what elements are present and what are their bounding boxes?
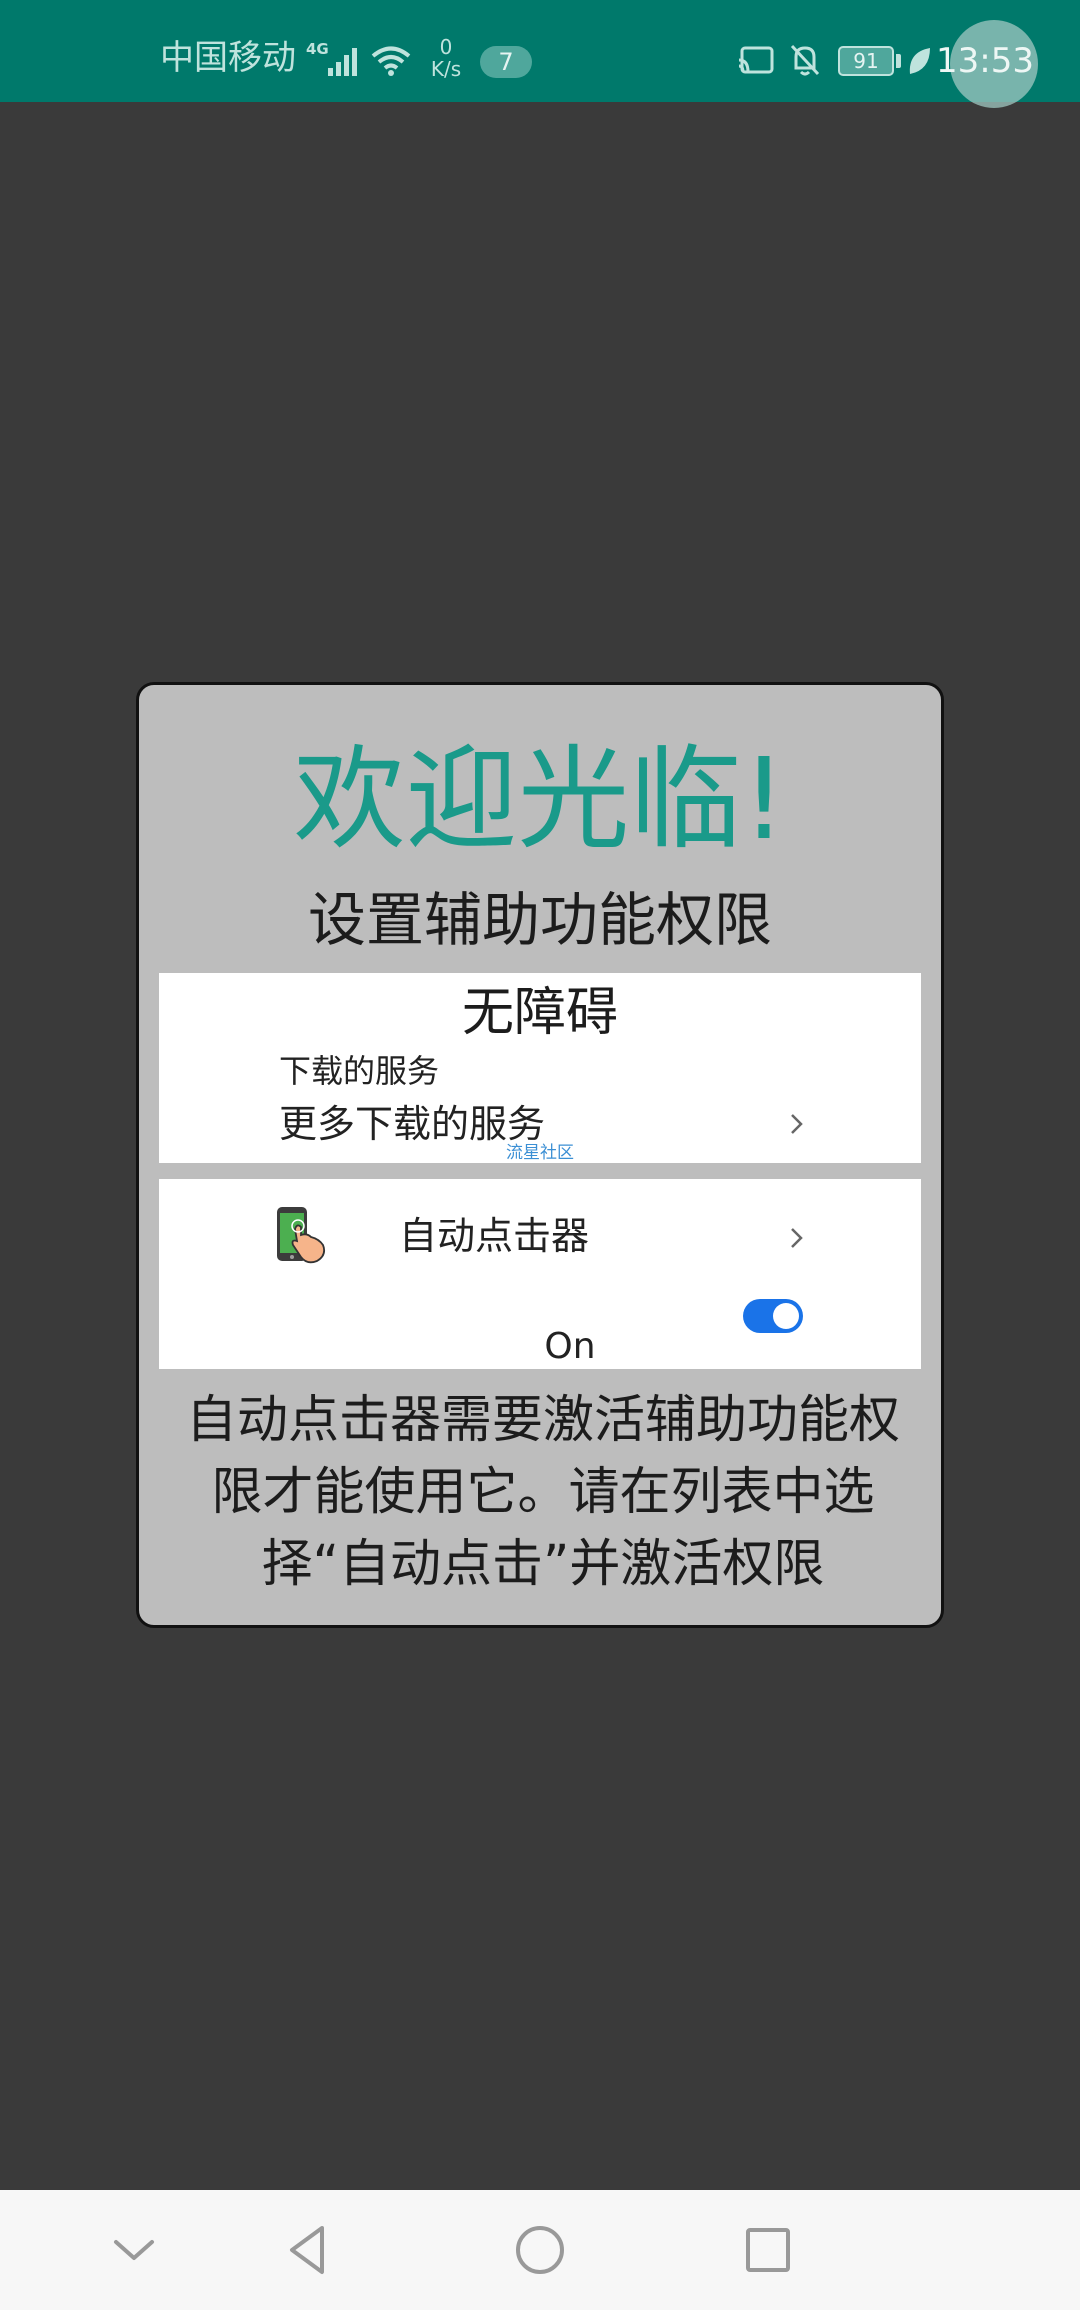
wifi-icon <box>371 46 411 76</box>
accessibility-permission-dialog: 欢迎光临! 设置辅助功能权限 无障碍 下载的服务 更多下载的服务 流星社区 自动… <box>136 682 944 1628</box>
signal-icon <box>328 48 357 76</box>
recent-apps-icon[interactable] <box>738 2220 798 2280</box>
notification-count-badge: 7 <box>480 46 532 78</box>
instructions-text: 自动点击器需要激活辅助功能权限才能使用它。请在列表中选择“自动点击”并激活权限 <box>185 1391 900 1594</box>
navigation-bar <box>0 2190 1080 2310</box>
welcome-title: 欢迎光临! <box>293 735 787 865</box>
clock: 13:53 <box>936 41 1034 81</box>
accessibility-settings-preview: 无障碍 下载的服务 更多下载的服务 流星社区 <box>159 973 921 1163</box>
dialog-subtitle: 设置辅助功能权限 <box>307 886 772 954</box>
status-bar: 中国移动 4G 0 K/s 7 91 13:53 <box>0 0 1080 108</box>
battery-icon: 91 <box>838 46 894 76</box>
auto-clicker-service-name: 自动点击器 <box>399 1214 590 1258</box>
toggle-state-label: On <box>544 1326 596 1367</box>
auto-clicker-app-icon <box>277 1207 326 1264</box>
downloaded-services-label: 下载的服务 <box>279 1052 440 1090</box>
cast-icon <box>738 46 774 74</box>
hide-icon[interactable] <box>104 2220 164 2280</box>
service-list-item[interactable]: 自动点击器 On <box>159 1179 921 1369</box>
watermark-text: 流星社区 <box>506 1143 574 1163</box>
home-icon[interactable] <box>510 2220 570 2280</box>
back-icon[interactable] <box>278 2220 338 2280</box>
carrier-name: 中国移动 <box>160 38 296 78</box>
chevron-right-icon <box>791 1228 803 1248</box>
accessibility-title: 无障碍 <box>461 983 618 1043</box>
battery-tip <box>896 54 901 68</box>
more-downloaded-services-item[interactable]: 更多下载的服务 <box>279 1101 545 1147</box>
leaf-icon <box>909 48 930 74</box>
network-speed: 0 K/s <box>430 35 462 81</box>
bell-off-icon <box>790 44 820 76</box>
chevron-right-icon <box>791 1114 803 1134</box>
